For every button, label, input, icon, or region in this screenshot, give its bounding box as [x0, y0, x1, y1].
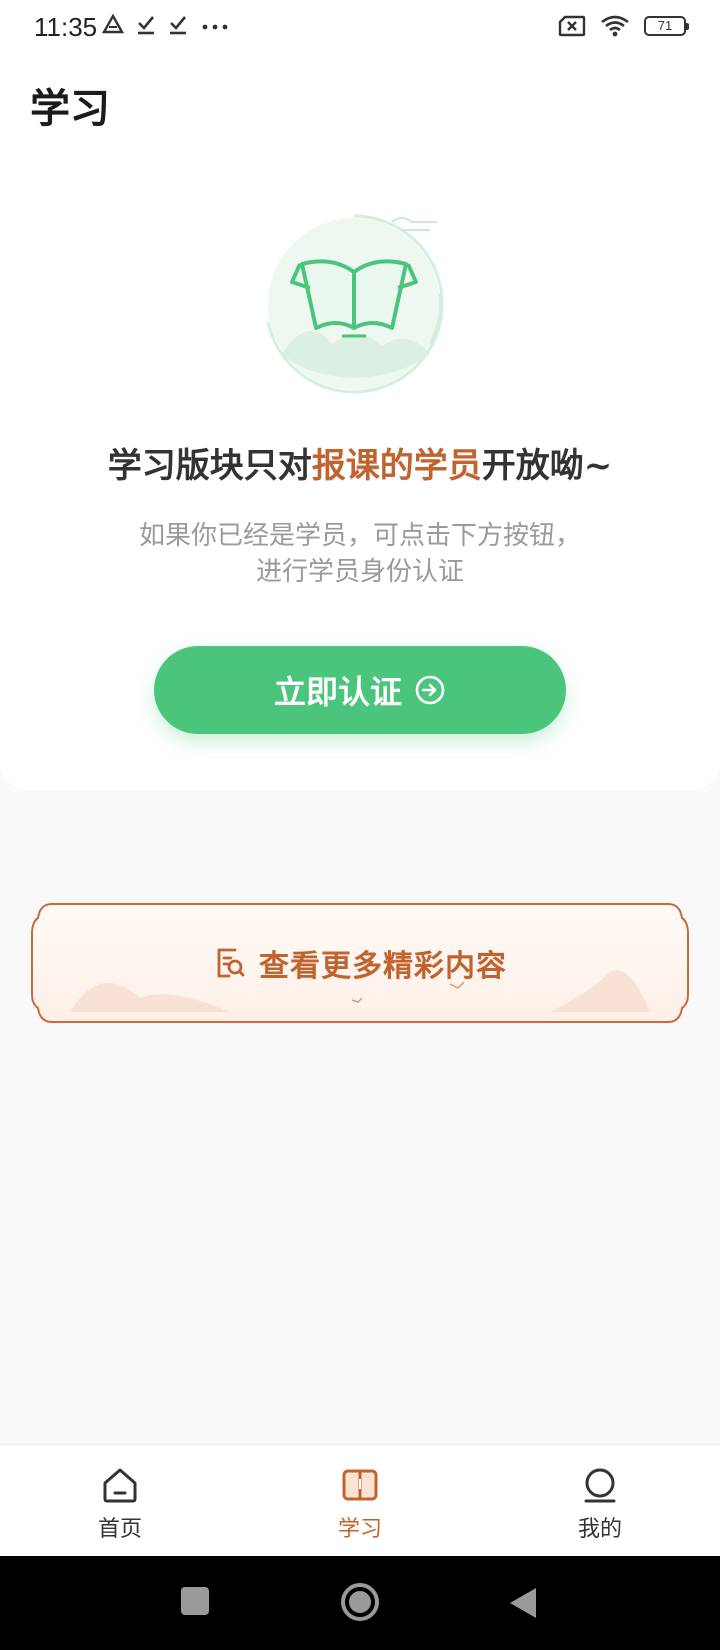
banner-label: 查看更多精彩内容 [259, 949, 507, 984]
download-done-icon [170, 16, 187, 35]
headline-prefix: 学习版块只对 [107, 446, 312, 486]
nav-label-study: 学习 [337, 1517, 382, 1542]
notice-headline: 学习版块只对报课的学员开放呦~ [0, 438, 720, 487]
description-line-1: 如果你已经是学员，可点击下方按钮， [138, 521, 581, 551]
nav-item-profile[interactable]: 我的 [480, 1445, 720, 1557]
open-book-illustration [266, 214, 444, 394]
headline-highlight: 报课的学员 [311, 446, 482, 486]
arrow-circle-right-icon [415, 675, 445, 705]
drive-icon [102, 14, 124, 34]
download-done-icon [138, 16, 155, 35]
status-left-icons [102, 14, 230, 36]
status-bar: 11:35 71 [0, 0, 720, 56]
wifi-icon [601, 15, 629, 37]
back-button[interactable] [508, 1586, 538, 1620]
home-button[interactable] [340, 1582, 380, 1622]
nav-label-profile: 我的 [577, 1517, 622, 1542]
verify-now-button[interactable]: 立即认证 [154, 646, 566, 734]
more-dots-icon [202, 24, 228, 30]
page-title: 学习 [30, 85, 110, 132]
profile-icon [584, 1468, 616, 1503]
headline-suffix: 开放呦~ [481, 446, 613, 486]
bottom-nav: 首页 学习 我的 [0, 1444, 720, 1557]
no-sim-icon [558, 15, 586, 37]
status-right-icons: 71 [558, 14, 689, 38]
status-time: 11:35 [34, 12, 98, 42]
notice-description: 如果你已经是学员，可点击下方按钮， 进行学员身份认证 [60, 518, 660, 590]
more-content-banner[interactable]: 查看更多精彩内容 [30, 902, 690, 1024]
recent-apps-button[interactable] [180, 1586, 210, 1616]
battery-icon: 71 [644, 16, 689, 36]
nav-item-home[interactable]: 首页 [0, 1445, 240, 1557]
document-search-icon [217, 948, 245, 978]
home-icon [103, 1468, 137, 1503]
book-icon [342, 1469, 378, 1501]
notice-card: 学习 学习版块只对报课的学员开放呦~ 如果你已经是学员，可点击下方按钮， 进行学… [0, 56, 720, 790]
nav-item-study[interactable]: 学习 [240, 1445, 480, 1557]
nav-label-home: 首页 [97, 1517, 142, 1542]
verify-button-label: 立即认证 [273, 673, 402, 711]
system-nav-bar [0, 1556, 720, 1650]
banner-content: 查看更多精彩内容 [30, 902, 690, 1024]
description-line-2: 进行学员身份认证 [255, 557, 464, 587]
